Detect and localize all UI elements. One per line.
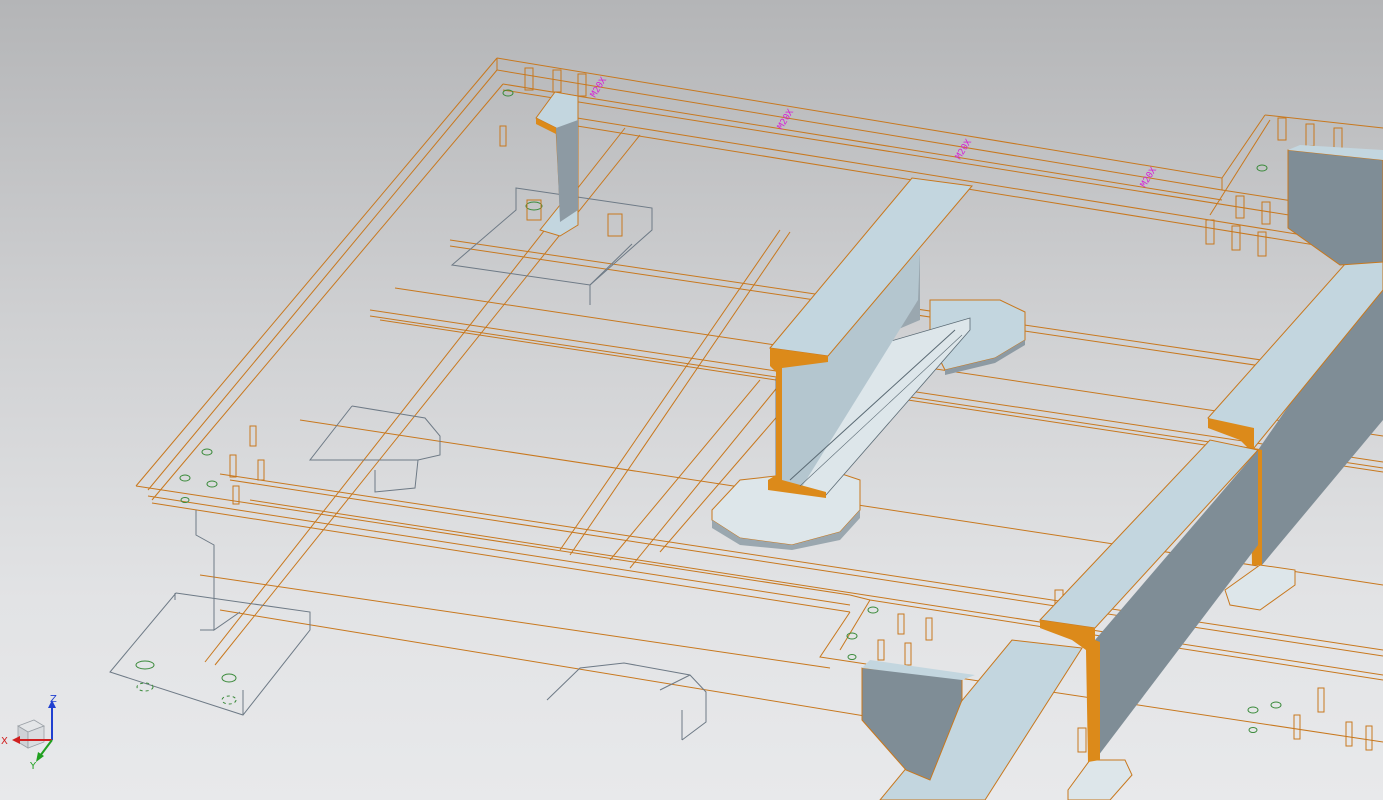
bracket-small[interactable] <box>525 91 623 237</box>
annotation-tag-4: M20X <box>1139 165 1159 189</box>
top-right-bracket[interactable] <box>1287 145 1383 266</box>
z-axis-label: Z <box>50 694 57 705</box>
triad-cube-icon <box>17 719 45 749</box>
floor-plate-wireframe <box>135 57 1383 743</box>
annotation-tag-3: M20X <box>954 137 974 161</box>
y-axis-label: Y <box>29 761 37 772</box>
x-axis-label: X <box>1 736 8 747</box>
model-scene[interactable]: M20X M20X M20X M20X <box>0 0 1383 800</box>
3d-model-viewport[interactable]: M20X M20X M20X M20X Z X Y <box>0 0 1383 800</box>
orientation-triad[interactable]: Z X Y <box>0 692 70 772</box>
central-i-beam[interactable] <box>711 177 1026 550</box>
annotation-tag-1: M20X <box>589 75 609 99</box>
